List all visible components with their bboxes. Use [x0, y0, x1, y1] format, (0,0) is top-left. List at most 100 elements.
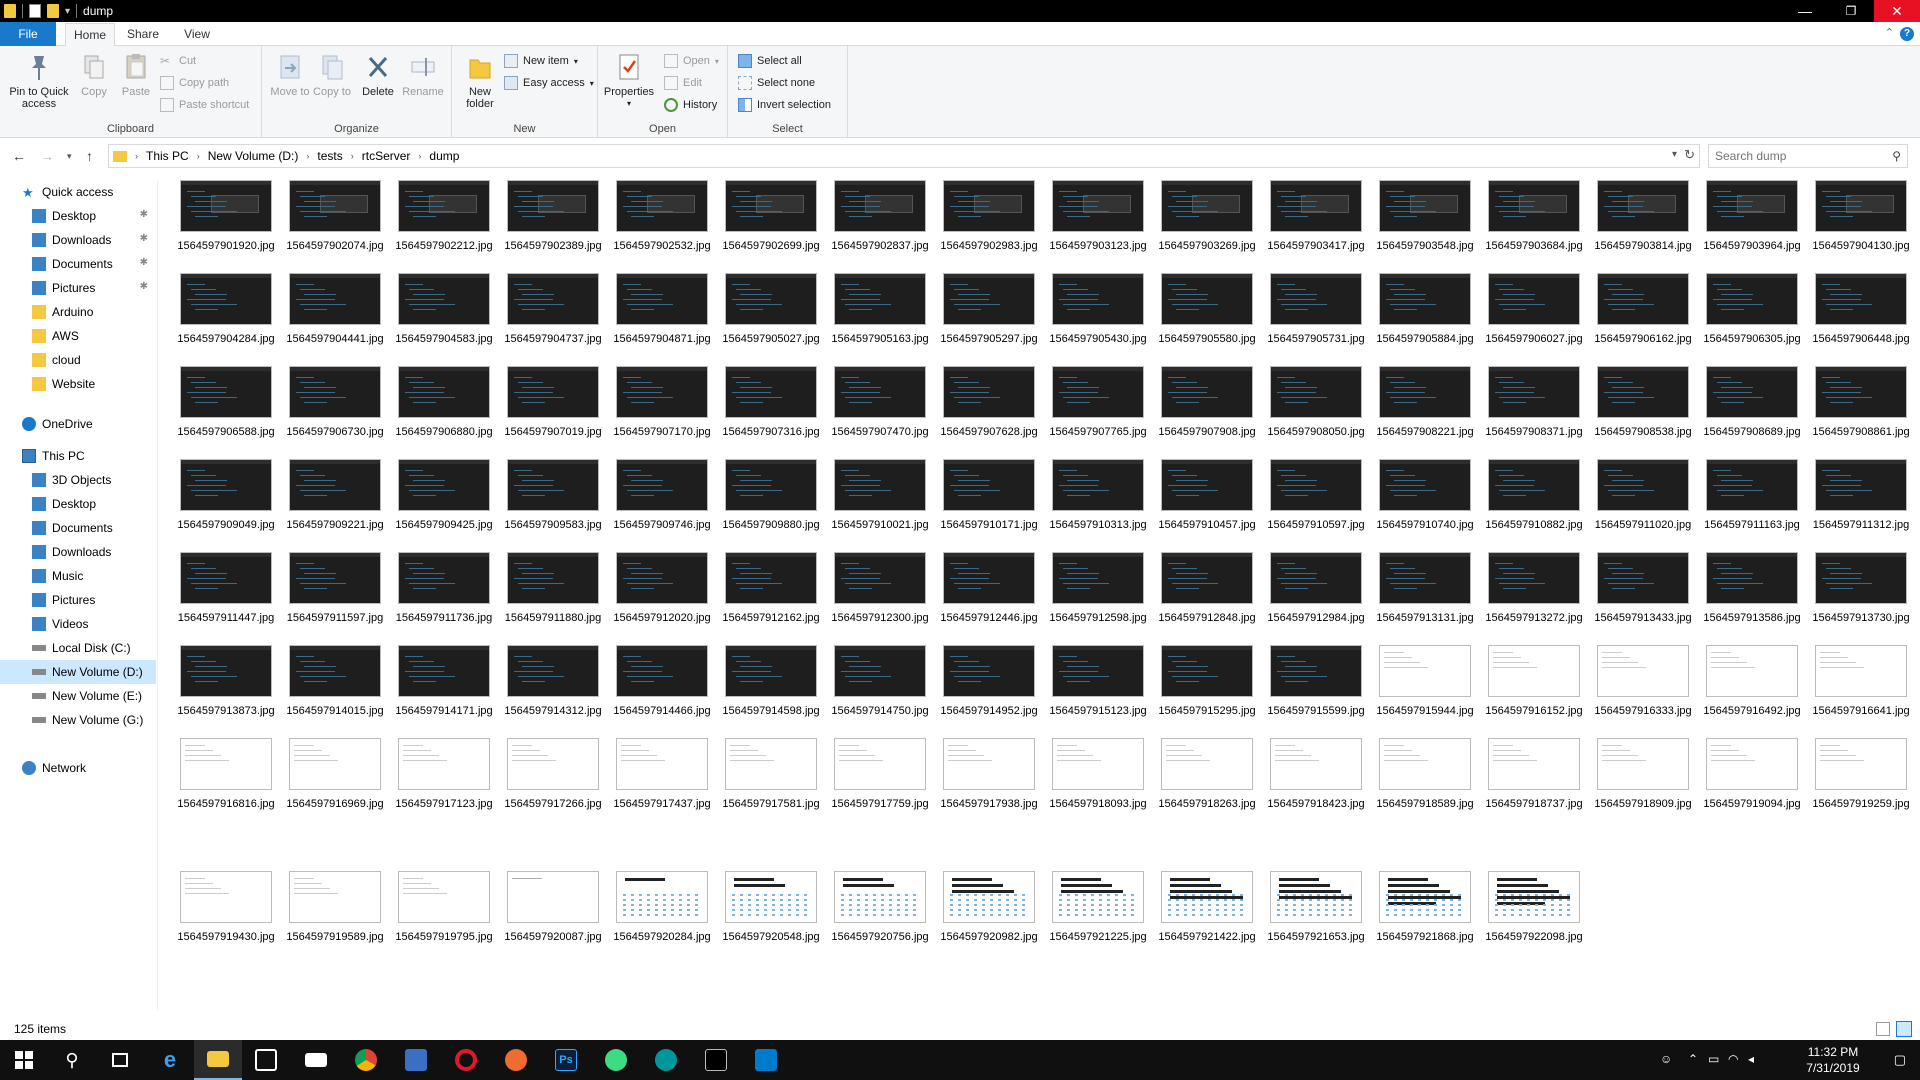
wifi-icon[interactable]: ◠ — [1728, 1052, 1738, 1066]
nav-quick-cloud[interactable]: cloud — [0, 348, 156, 372]
file-item[interactable]: 1564597909425.jpg — [395, 459, 496, 545]
start-button[interactable] — [0, 1040, 48, 1080]
file-item[interactable]: 1564597916816.jpg — [177, 738, 278, 824]
file-item[interactable]: 1564597903964.jpg — [1703, 180, 1804, 266]
file-item[interactable]: 1564597917938.jpg — [940, 738, 1041, 824]
rename-button[interactable]: Rename — [400, 52, 446, 98]
file-item[interactable]: 1564597908538.jpg — [1594, 366, 1695, 452]
pin-icon[interactable]: ✱ — [140, 281, 148, 292]
restore-button[interactable]: ❐ — [1828, 0, 1874, 22]
pin-icon[interactable]: ✱ — [140, 209, 148, 220]
pin-icon[interactable]: ✱ — [140, 257, 148, 268]
file-item[interactable]: 1564597912598.jpg — [1049, 552, 1150, 638]
details-view-icon[interactable] — [1876, 1022, 1890, 1036]
breadcrumb-new-volume-d[interactable]: New Volume (D:) — [208, 149, 299, 163]
file-item[interactable]: 1564597910457.jpg — [1158, 459, 1259, 545]
file-item[interactable]: 1564597902532.jpg — [613, 180, 714, 266]
file-item[interactable]: 1564597903684.jpg — [1485, 180, 1586, 266]
file-item[interactable]: 1564597905027.jpg — [722, 273, 823, 359]
file-item[interactable]: 1564597903123.jpg — [1049, 180, 1150, 266]
nav-quick-website[interactable]: Website — [0, 372, 156, 396]
file-item[interactable]: 1564597922098.jpg — [1485, 871, 1586, 957]
nav-pc-music[interactable]: Music — [0, 564, 156, 588]
file-item[interactable]: 1564597920982.jpg — [940, 871, 1041, 957]
file-item[interactable]: 1564597912300.jpg — [831, 552, 932, 638]
file-item[interactable]: 1564597918909.jpg — [1594, 738, 1695, 824]
address-bar[interactable]: › This PC › New Volume (D:) › tests › rt… — [108, 144, 1700, 168]
file-item[interactable]: 1564597903269.jpg — [1158, 180, 1259, 266]
file-item[interactable]: 1564597913873.jpg — [177, 645, 278, 731]
file-item[interactable]: 1564597907628.jpg — [940, 366, 1041, 452]
nav-pc-desktop[interactable]: Desktop — [0, 492, 156, 516]
file-item[interactable]: 1564597911020.jpg — [1595, 459, 1695, 545]
taskbar-opera[interactable] — [442, 1040, 490, 1080]
file-item[interactable]: 1564597921422.jpg — [1158, 871, 1259, 957]
copy-to-button[interactable]: Copy to — [312, 52, 352, 98]
taskbar-photoshop[interactable]: Ps — [542, 1040, 590, 1080]
file-item[interactable]: 1564597911597.jpg — [287, 552, 387, 638]
select-none-button[interactable]: Select none — [738, 74, 815, 92]
copy-button[interactable]: Copy — [76, 52, 112, 98]
easy-access-button[interactable]: Easy access ▾ — [504, 74, 594, 92]
paste-button[interactable]: Paste — [118, 52, 154, 98]
file-item[interactable]: 1564597918263.jpg — [1158, 738, 1259, 824]
invert-selection-button[interactable]: Invert selection — [738, 96, 831, 114]
file-item[interactable]: 1564597904441.jpg — [286, 273, 387, 359]
chevron-right-icon[interactable]: › — [197, 151, 200, 161]
taskbar-postman[interactable] — [492, 1040, 540, 1080]
file-item[interactable]: 1564597906588.jpg — [177, 366, 278, 452]
large-icons-view-icon[interactable] — [1896, 1021, 1912, 1037]
file-item[interactable]: 1564597913433.jpg — [1594, 552, 1695, 638]
file-item[interactable]: 1564597921653.jpg — [1267, 871, 1368, 957]
new-folder-button[interactable]: New folder — [458, 52, 502, 110]
file-item[interactable]: 1564597919259.jpg — [1812, 738, 1913, 824]
file-item[interactable]: 1564597918737.jpg — [1485, 738, 1586, 824]
file-item[interactable]: 1564597905731.jpg — [1267, 273, 1368, 359]
file-item[interactable]: 1564597907765.jpg — [1049, 366, 1150, 452]
file-item[interactable]: 1564597904871.jpg — [613, 273, 714, 359]
chevron-up-icon[interactable]: ⌃ — [1688, 1052, 1698, 1066]
file-item[interactable]: 1564597907019.jpg — [504, 366, 605, 452]
nav-pc-new-volume-d[interactable]: New Volume (D:) — [0, 660, 156, 684]
file-item[interactable]: 1564597913730.jpg — [1812, 552, 1913, 638]
back-arrow-icon[interactable]: ← — [12, 148, 26, 164]
nav-quick-access[interactable]: ★ Quick access — [0, 180, 156, 204]
file-item[interactable]: 1564597915944.jpg — [1376, 645, 1477, 731]
file-item[interactable]: 1564597907908.jpg — [1158, 366, 1259, 452]
file-item[interactable]: 1564597907316.jpg — [722, 366, 823, 452]
taskbar-terminal[interactable] — [692, 1040, 740, 1080]
up-arrow-icon[interactable]: ↑ — [86, 148, 93, 164]
breadcrumb-tests[interactable]: tests — [317, 149, 342, 163]
nav-quick-desktop[interactable]: Desktop ✱ — [0, 204, 156, 228]
task-view-button[interactable] — [96, 1040, 144, 1080]
file-item[interactable]: 1564597904284.jpg — [177, 273, 278, 359]
chevron-right-icon[interactable]: › — [135, 151, 138, 161]
pin-icon[interactable]: ✱ — [140, 233, 148, 244]
search-button[interactable]: ⚲ — [48, 1040, 96, 1080]
tab-file[interactable]: File — [0, 22, 56, 46]
paste-shortcut-button[interactable]: Paste shortcut — [160, 96, 249, 114]
file-item[interactable]: 1564597902074.jpg — [286, 180, 387, 266]
volume-icon[interactable]: ◂ — [1748, 1052, 1754, 1066]
file-item[interactable]: 1564597917759.jpg — [831, 738, 932, 824]
file-item[interactable]: 1564597921225.jpg — [1049, 871, 1150, 957]
nav-quick-arduino[interactable]: Arduino — [0, 300, 156, 324]
file-item[interactable]: 1564597908221.jpg — [1376, 366, 1477, 452]
file-item[interactable]: 1564597908861.jpg — [1812, 366, 1913, 452]
file-item[interactable]: 1564597909880.jpg — [722, 459, 823, 545]
taskbar-arduino[interactable] — [642, 1040, 690, 1080]
nav-pc-new-volume-e[interactable]: New Volume (E:) — [0, 684, 156, 708]
file-item[interactable]: 1564597918093.jpg — [1049, 738, 1150, 824]
file-item[interactable]: 1564597906448.jpg — [1812, 273, 1913, 359]
nav-onedrive[interactable]: OneDrive — [0, 412, 156, 436]
nav-this-pc[interactable]: This PC — [0, 444, 156, 468]
file-item[interactable]: 1564597908689.jpg — [1703, 366, 1804, 452]
taskbar-vmware[interactable] — [392, 1040, 440, 1080]
file-item[interactable]: 1564597914015.jpg — [286, 645, 387, 731]
file-item[interactable]: 1564597908050.jpg — [1267, 366, 1368, 452]
file-item[interactable]: 1564597906730.jpg — [286, 366, 387, 452]
file-item[interactable]: 1564597917123.jpg — [395, 738, 496, 824]
file-item[interactable]: 1564597910171.jpg — [940, 459, 1041, 545]
file-item[interactable]: 1564597920756.jpg — [831, 871, 932, 957]
file-item[interactable]: 1564597916969.jpg — [286, 738, 387, 824]
